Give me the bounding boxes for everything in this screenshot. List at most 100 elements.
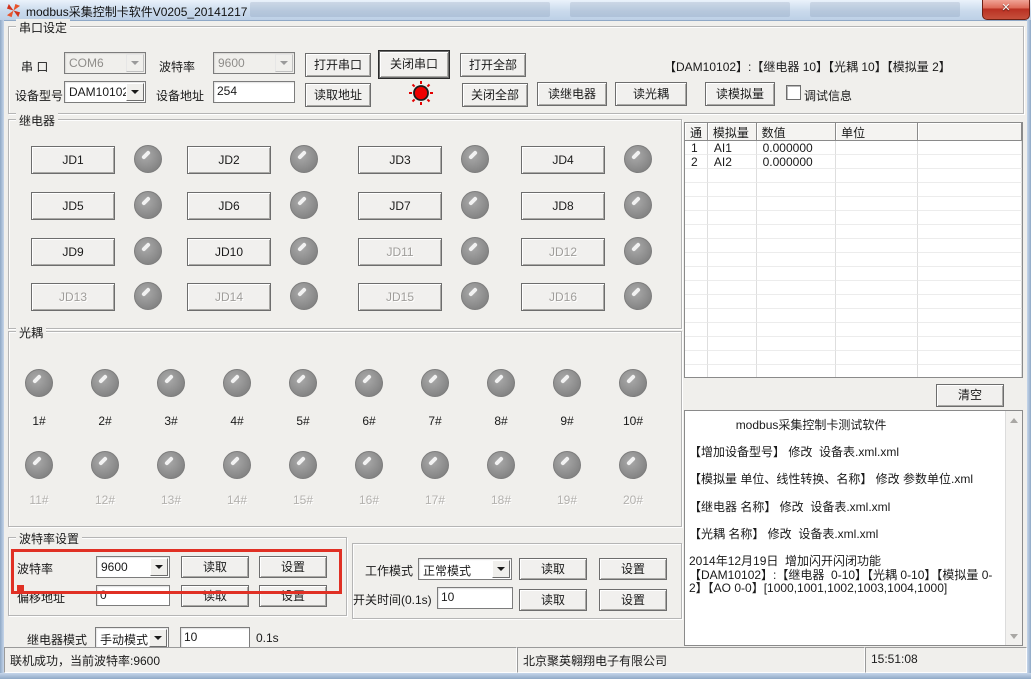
device-address-input[interactable]: 254 [213, 81, 295, 103]
table-row[interactable] [685, 197, 1022, 211]
log-scrollbar[interactable] [1005, 411, 1022, 645]
table-cell [918, 253, 1022, 267]
relay-mode-value: 手动模式 [100, 631, 148, 648]
relay-led-indicator [290, 237, 318, 265]
relay-button-jd1[interactable]: JD1 [31, 146, 115, 174]
table-row[interactable] [685, 183, 1022, 197]
chevron-down-icon[interactable] [275, 54, 293, 72]
table-row[interactable] [685, 267, 1022, 281]
table-row[interactable] [685, 169, 1022, 183]
switch-time-read-button[interactable]: 读取 [519, 589, 587, 611]
status-company: 北京聚英翱翔电子有限公司 [517, 647, 865, 673]
table-cell [836, 183, 918, 197]
table-row[interactable] [685, 281, 1022, 295]
opto-channel-label: 19# [542, 493, 592, 507]
table-cell [836, 197, 918, 211]
table-row[interactable] [685, 323, 1022, 337]
work-mode-group: 工作模式 正常模式 读取 设置 开关时间(0.1s) 10 读取 设置 [352, 543, 682, 619]
table-row[interactable] [685, 337, 1022, 351]
titlebar-glass-ghost [570, 2, 790, 17]
device-address-label: 设备地址 [156, 87, 204, 104]
relay-button-jd8[interactable]: JD8 [521, 192, 605, 220]
table-row[interactable] [685, 239, 1022, 253]
table-cell [836, 239, 918, 253]
title-bar[interactable]: modbus采集控制卡软件V0205_20141217 ✕ [0, 0, 1031, 21]
baud-rate-select[interactable]: 9600 [213, 52, 295, 74]
relay-button-jd6[interactable]: JD6 [187, 192, 271, 220]
opto-led-indicator [619, 369, 647, 397]
opto-channel-label: 13# [146, 493, 196, 507]
table-cell [685, 239, 708, 253]
table-cell [757, 197, 837, 211]
log-line: 【DAM10102】:【继电器 0-10】【光耦 0-10】【模拟量 0-2】【… [689, 569, 1002, 596]
device-model-select[interactable]: DAM10102 [64, 81, 146, 103]
clear-button[interactable]: 清空 [936, 384, 1004, 407]
relay-button-jd7[interactable]: JD7 [358, 192, 442, 220]
serial-port-select[interactable]: COM6 [64, 52, 146, 74]
work-mode-select[interactable]: 正常模式 [418, 558, 512, 580]
relay-button-jd9[interactable]: JD9 [31, 238, 115, 266]
scroll-down-icon[interactable] [1007, 629, 1021, 643]
table-row[interactable]: 1AI10.000000 [685, 141, 1022, 155]
table-cell [757, 365, 837, 378]
relay-mode-time-input[interactable]: 10 [180, 627, 250, 649]
table-cell [757, 211, 837, 225]
table-cell [918, 267, 1022, 281]
table-cell [836, 225, 918, 239]
relay-button-jd5[interactable]: JD5 [31, 192, 115, 220]
read-analog-button[interactable]: 读模拟量 [705, 82, 775, 106]
table-cell [836, 281, 918, 295]
close-serial-button[interactable]: 关闭串口 [379, 51, 449, 78]
chevron-down-icon[interactable] [126, 54, 144, 72]
opto-led-indicator [25, 369, 53, 397]
read-relay-button[interactable]: 读继电器 [537, 82, 607, 106]
relay-mode-select[interactable]: 手动模式 [95, 627, 169, 649]
close-button[interactable]: ✕ [982, 0, 1030, 20]
table-row[interactable] [685, 225, 1022, 239]
switch-time-set-button[interactable]: 设置 [599, 589, 667, 611]
work-mode-read-button[interactable]: 读取 [519, 558, 587, 580]
switch-time-input[interactable]: 10 [437, 587, 513, 609]
read-address-button[interactable]: 读取地址 [305, 83, 371, 107]
chevron-down-icon[interactable] [492, 560, 510, 578]
opto-channel-label: 10# [608, 414, 658, 428]
table-cell [708, 253, 757, 267]
scroll-up-icon[interactable] [1007, 413, 1021, 427]
open-serial-button[interactable]: 打开串口 [305, 53, 371, 77]
opto-led-indicator [223, 369, 251, 397]
chevron-down-icon[interactable] [149, 629, 167, 647]
status-led-icon [408, 80, 434, 106]
table-cell [918, 351, 1022, 365]
opto-group: 光耦 1#2#3#4#5#6#7#8#9#10#11#12#13#14#15#1… [8, 331, 682, 527]
relay-button-jd2[interactable]: JD2 [187, 146, 271, 174]
table-cell [757, 169, 837, 183]
read-opto-button[interactable]: 读光耦 [615, 82, 687, 106]
table-row[interactable] [685, 365, 1022, 378]
relay-group: 继电器 JD1JD2JD3JD4JD5JD6JD7JD8JD9JD10JD11J… [8, 119, 682, 329]
table-row[interactable] [685, 253, 1022, 267]
table-row[interactable]: 2AI20.000000 [685, 155, 1022, 169]
table-cell [708, 365, 757, 378]
open-all-button[interactable]: 打开全部 [460, 53, 526, 77]
table-row[interactable] [685, 351, 1022, 365]
close-all-button[interactable]: 关闭全部 [462, 83, 528, 107]
opto-channel-label: 5# [278, 414, 328, 428]
table-cell [757, 323, 837, 337]
table-row[interactable] [685, 295, 1022, 309]
relay-button-jd3[interactable]: JD3 [358, 146, 442, 174]
chevron-down-icon[interactable] [126, 83, 144, 101]
debug-info-checkbox[interactable] [786, 85, 801, 100]
table-cell: AI1 [708, 141, 757, 155]
status-time: 15:51:08 [865, 647, 1027, 673]
table-row[interactable] [685, 211, 1022, 225]
table-cell [708, 267, 757, 281]
relay-button-jd10[interactable]: JD10 [187, 238, 271, 266]
work-mode-set-button[interactable]: 设置 [599, 558, 667, 580]
baud-rate-label: 波特率 [159, 58, 195, 75]
table-cell [685, 351, 708, 365]
table-row[interactable] [685, 309, 1022, 323]
relay-button-jd4[interactable]: JD4 [521, 146, 605, 174]
table-cell [836, 351, 918, 365]
table-cell [757, 183, 837, 197]
group-title: 光耦 [16, 324, 46, 341]
